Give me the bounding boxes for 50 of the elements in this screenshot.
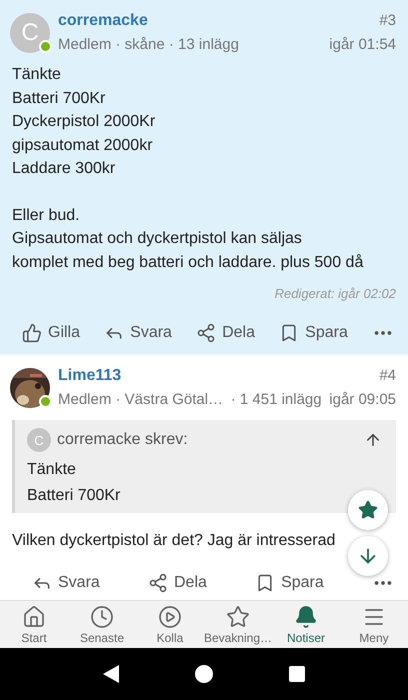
- nav-tab[interactable]: Notiser: [272, 601, 340, 648]
- home-icon: [22, 604, 46, 628]
- post-time: igår 09:05: [329, 391, 396, 408]
- share-button[interactable]: Dela: [194, 323, 257, 343]
- nav-tab[interactable]: Meny: [340, 601, 408, 648]
- post-text: Eller bud.: [12, 206, 80, 226]
- quote-author[interactable]: corremacke skrev:: [57, 431, 358, 449]
- avatar: C: [27, 428, 51, 452]
- post-number[interactable]: #3: [379, 12, 396, 29]
- share-icon[interactable]: [196, 323, 216, 343]
- post-text: komplet med beg batteri och laddare. plus 500 då: [12, 252, 364, 272]
- nav-tab[interactable]: Kolla: [136, 601, 204, 648]
- thumbs-up-icon[interactable]: [22, 323, 42, 343]
- edited-note: Redigerat: igår 02:02: [274, 286, 396, 301]
- nav-tab[interactable]: Start: [0, 601, 68, 648]
- post-time: igår 01:54: [329, 36, 396, 53]
- bell-icon: [294, 604, 318, 628]
- save-button[interactable]: Spara: [277, 323, 350, 343]
- post-text: Vilken dyckertpistol är det? Jag är intresserad: [12, 531, 336, 551]
- clock-icon: [90, 604, 114, 628]
- nav-tab[interactable]: Senaste: [68, 601, 136, 648]
- play-icon: [158, 604, 182, 628]
- back-icon: [103, 665, 119, 683]
- post-text: gipsautomat 2000kr: [12, 136, 153, 156]
- home-button[interactable]: [195, 665, 213, 683]
- post-text: Laddare 300kr: [12, 159, 116, 179]
- share-icon[interactable]: [148, 572, 168, 592]
- recents-icon: [289, 666, 305, 682]
- post-text: Gipsautomat och dyckertpistol kan säljas: [12, 229, 302, 249]
- share-button[interactable]: Dela: [146, 572, 209, 592]
- star-icon: [226, 604, 250, 628]
- post-text: Dyckerpistol 2000Kr: [12, 112, 156, 132]
- member-info: Medlem · skåne · 13 inlägg: [58, 36, 239, 53]
- home-icon: [195, 665, 213, 683]
- nav-tab[interactable]: Bevakning…: [204, 601, 272, 648]
- save-button[interactable]: Spara: [253, 572, 326, 592]
- author-name[interactable]: corremacke: [58, 12, 148, 30]
- reply-button[interactable]: Svara: [30, 572, 102, 592]
- quote-text: Tänkte: [27, 460, 76, 480]
- reply-button[interactable]: Svara: [102, 323, 174, 343]
- post-text: Batteri 700Kr: [12, 88, 106, 108]
- post-text: Tänkte: [12, 65, 61, 85]
- member-info: · 1 451 inlägg: [230, 391, 322, 408]
- like-button[interactable]: Gilla: [20, 323, 82, 343]
- back-button[interactable]: [103, 665, 119, 683]
- post-number[interactable]: #4: [379, 367, 396, 384]
- author-name[interactable]: Lime113: [58, 367, 122, 385]
- member-info: Medlem · Västra Götal…: [58, 391, 224, 408]
- quote-text: Batteri 700Kr: [27, 486, 120, 506]
- star-icon[interactable]: [358, 500, 378, 520]
